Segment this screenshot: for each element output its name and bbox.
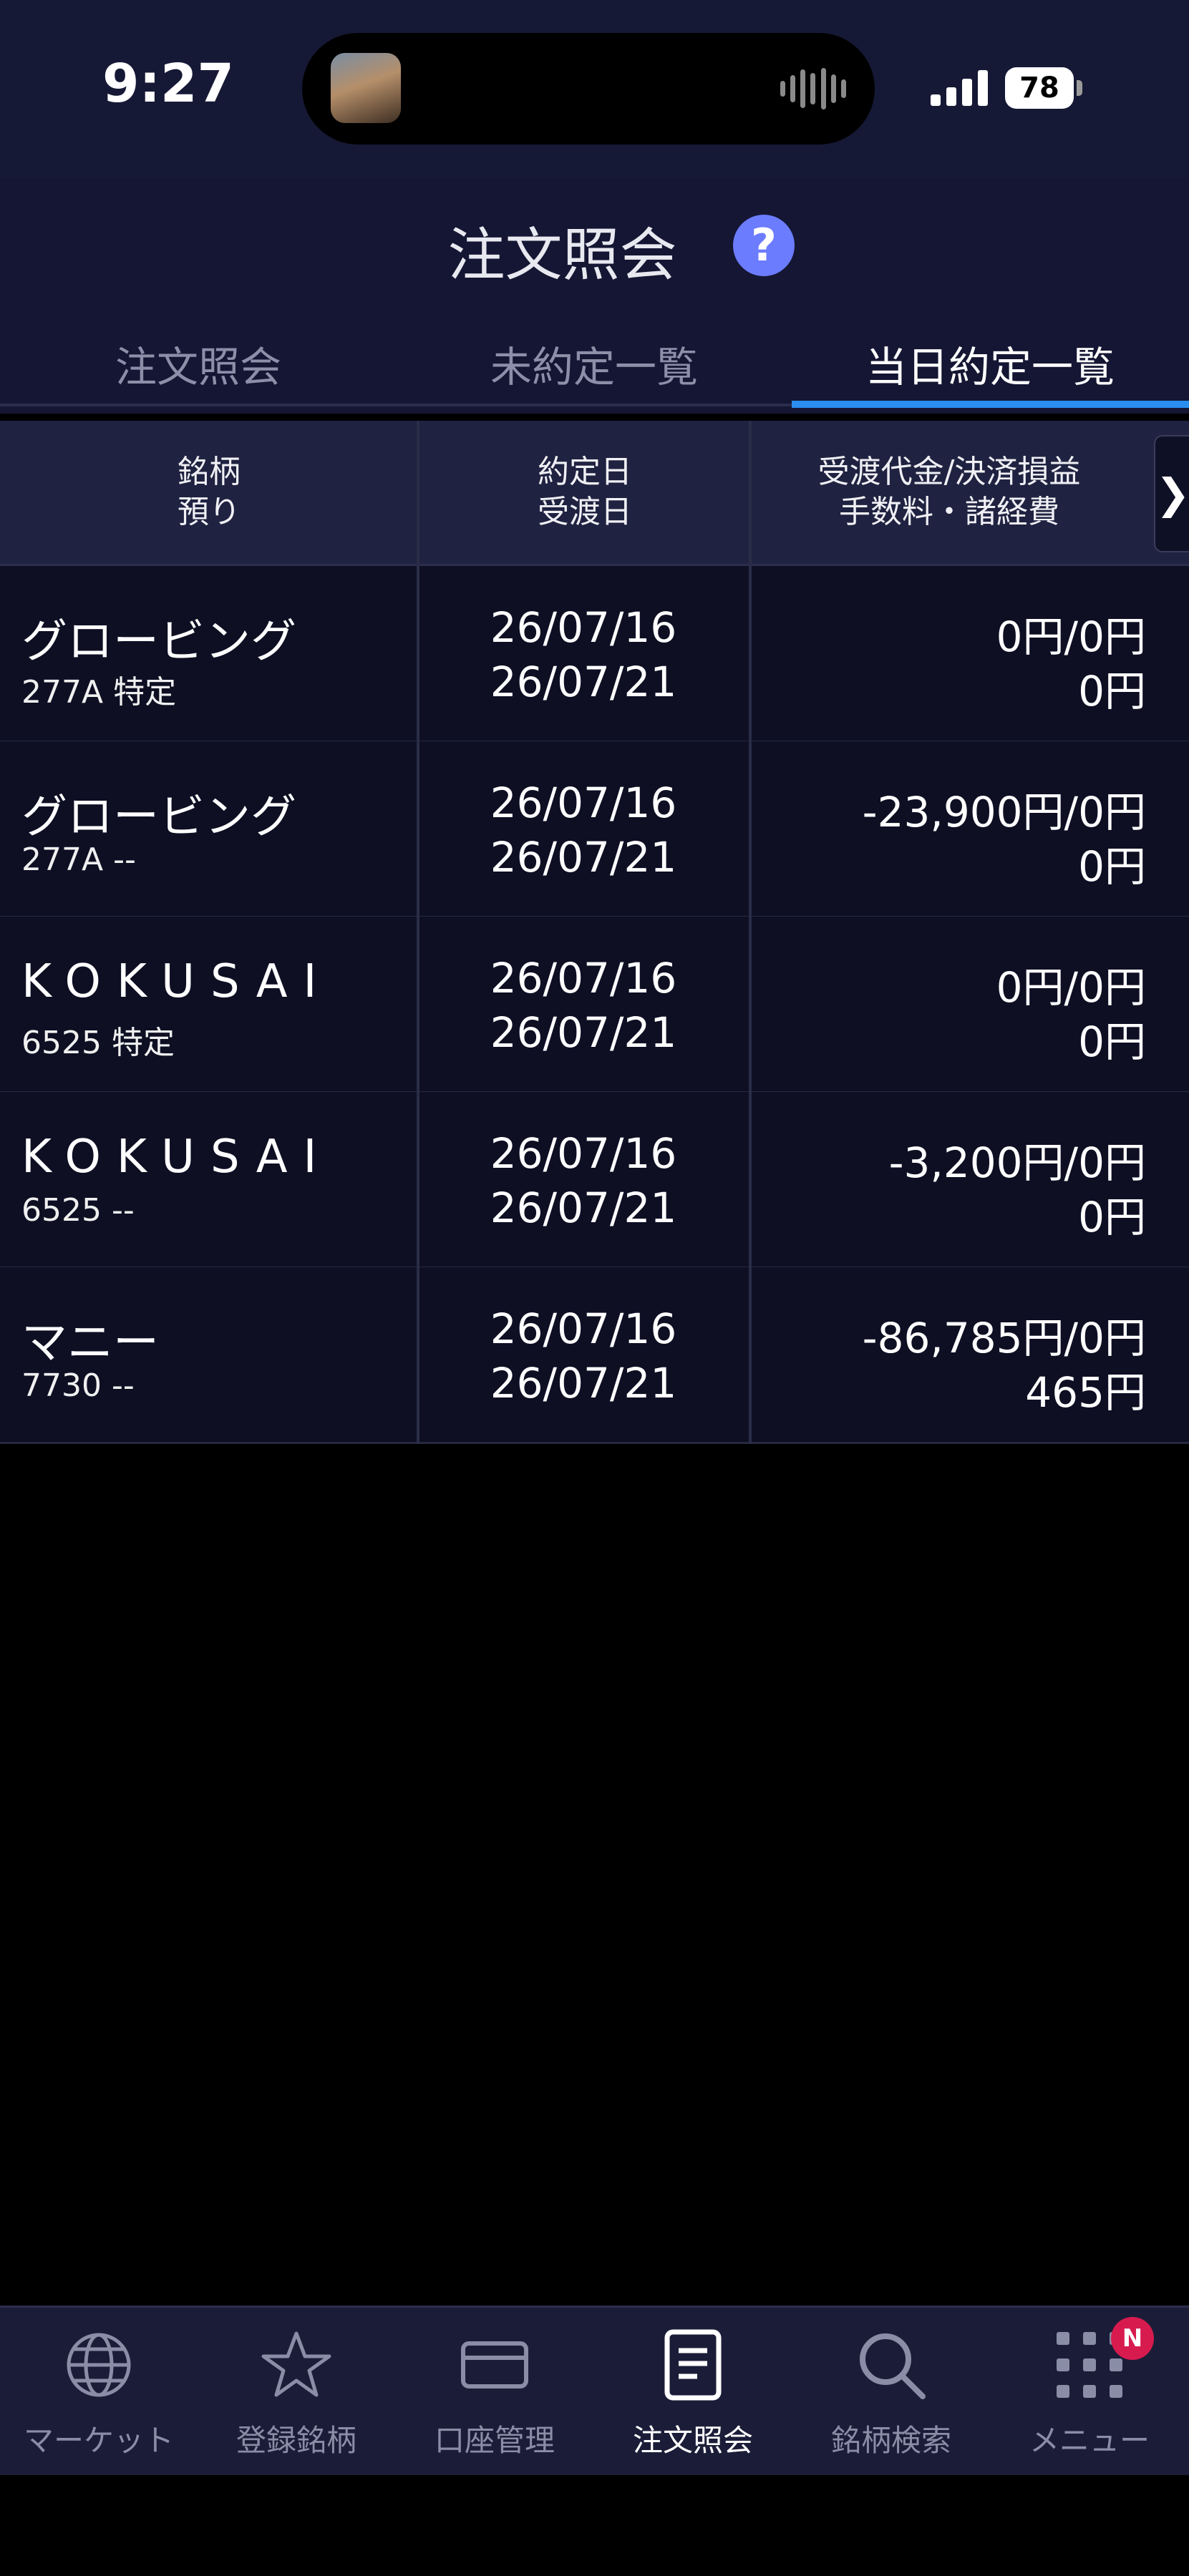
header-fee-label: 手数料・諸経費 — [839, 494, 1059, 530]
nav-stock-search-label: 銘柄検索 — [830, 2423, 951, 2458]
header-amounts: 受渡代金/決済損益 手数料・諸経費 — [752, 421, 1189, 564]
nav-menu-label: メニュー — [1029, 2423, 1150, 2458]
tab-order-inquiry[interactable]: 注文照会 — [0, 333, 397, 394]
nav-order-inquiry[interactable]: 注文照会 — [594, 2308, 792, 2475]
settlement-amount: 0円/0円 — [996, 963, 1146, 1012]
star-icon — [261, 2331, 331, 2397]
stock-code: 277A -- — [21, 841, 136, 878]
audio-waveform-icon — [780, 67, 846, 110]
table-row[interactable]: KOKUSAI 6525 特定 26/07/16 26/07/21 0円/0円 … — [0, 917, 1189, 1093]
trade-date: 26/07/16 — [490, 779, 677, 827]
nav-watchlist-label: 登録銘柄 — [236, 2423, 356, 2458]
now-playing-artwork[interactable] — [331, 53, 401, 123]
stock-name: KOKUSAI — [21, 955, 333, 1008]
fee-amount: 0円 — [1078, 842, 1146, 891]
settlement-amount: -23,900円/0円 — [862, 788, 1146, 836]
clock: 9:27 — [102, 53, 235, 114]
battery-cap — [1077, 80, 1082, 96]
trade-date: 26/07/16 — [490, 1304, 677, 1353]
settle-date: 26/07/21 — [490, 833, 677, 882]
table-row[interactable]: KOKUSAI 6525 -- 26/07/16 26/07/21 -3,200… — [0, 1092, 1189, 1269]
settlement-amount: -86,785円/0円 — [862, 1314, 1146, 1362]
nav-stock-search[interactable]: 銘柄検索 — [792, 2308, 990, 2475]
tab-unexecuted-list[interactable]: 未約定一覧 — [396, 333, 792, 394]
table-row[interactable]: グロービング 277A 特定 26/07/16 26/07/21 0円/0円 0… — [0, 566, 1189, 743]
nav-account-label: 口座管理 — [434, 2423, 555, 2458]
settle-date: 26/07/21 — [490, 1359, 677, 1407]
nav-market-label: マーケット — [23, 2423, 174, 2458]
fee-amount: 0円 — [1078, 1018, 1146, 1066]
fee-amount: 0円 — [1078, 1193, 1146, 1241]
header-custody-label: 預り — [178, 494, 241, 530]
header-trade-date-label: 約定日 — [538, 454, 632, 490]
header-stock: 銘柄 預り — [0, 421, 418, 564]
fee-amount: 465円 — [1025, 1368, 1146, 1417]
settlement-amount: -3,200円/0円 — [888, 1138, 1146, 1187]
trade-date: 26/07/16 — [490, 1129, 677, 1178]
card-icon — [461, 2341, 528, 2389]
chevron-right-icon[interactable]: ❯ — [1154, 435, 1189, 552]
fee-amount: 0円 — [1078, 667, 1146, 716]
stock-name: マニー — [21, 1317, 159, 1370]
table-header: 銘柄 預り 約定日 受渡日 受渡代金/決済損益 手数料・諸経費 ❯ — [0, 421, 1189, 566]
stock-name: KOKUSAI — [21, 1131, 333, 1184]
header-dates: 約定日 受渡日 — [419, 421, 750, 564]
trade-date: 26/07/16 — [490, 603, 677, 652]
table-row[interactable]: マニー 7730 -- 26/07/16 26/07/21 -86,785円/0… — [0, 1267, 1189, 1444]
stock-name: グロービング — [21, 791, 296, 844]
stock-code: 6525 特定 — [21, 1025, 175, 1061]
battery-icon: 78 — [1005, 67, 1074, 109]
header-settle-date-label: 受渡日 — [538, 494, 632, 530]
tab-today-executed-list[interactable]: 当日約定一覧 — [792, 333, 1188, 394]
status-bar: 9:27 78 — [0, 0, 1189, 177]
header-amount-label: 受渡代金/決済損益 — [817, 454, 1081, 490]
stock-code: 277A 特定 — [21, 674, 177, 711]
cellular-signal-icon — [931, 69, 989, 106]
settle-date: 26/07/21 — [490, 1008, 677, 1057]
settlement-amount: 0円/0円 — [996, 613, 1146, 661]
search-icon — [860, 2333, 926, 2399]
globe-icon — [67, 2333, 131, 2397]
bottom-nav: マーケット 登録銘柄 口座管理 注文照会 銘柄検索 メニュー — [0, 2306, 1189, 2475]
nav-menu[interactable]: メニュー — [991, 2308, 1188, 2475]
stock-code: 7730 -- — [21, 1367, 135, 1404]
stock-code: 6525 -- — [21, 1192, 135, 1229]
question-circle-icon[interactable]: ? — [733, 215, 795, 276]
nav-account[interactable]: 口座管理 — [396, 2308, 593, 2475]
dynamic-island[interactable] — [302, 33, 875, 145]
nav-market[interactable]: マーケット — [0, 2308, 198, 2475]
document-icon — [664, 2329, 722, 2401]
page-title: 注文照会 — [447, 222, 677, 288]
column-divider — [749, 421, 752, 1444]
stock-name: グロービング — [21, 615, 296, 668]
nav-watchlist[interactable]: 登録銘柄 — [198, 2308, 395, 2475]
trade-date: 26/07/16 — [490, 954, 677, 1002]
settle-date: 26/07/21 — [490, 658, 677, 706]
column-divider — [417, 421, 419, 1444]
table-row[interactable]: グロービング 277A -- 26/07/16 26/07/21 -23,900… — [0, 741, 1189, 918]
active-tab-indicator — [792, 401, 1189, 408]
header-stock-label: 銘柄 — [178, 454, 241, 490]
nav-order-inquiry-label: 注文照会 — [632, 2423, 753, 2458]
notification-badge: N — [1111, 2317, 1154, 2360]
settle-date: 26/07/21 — [490, 1184, 677, 1232]
